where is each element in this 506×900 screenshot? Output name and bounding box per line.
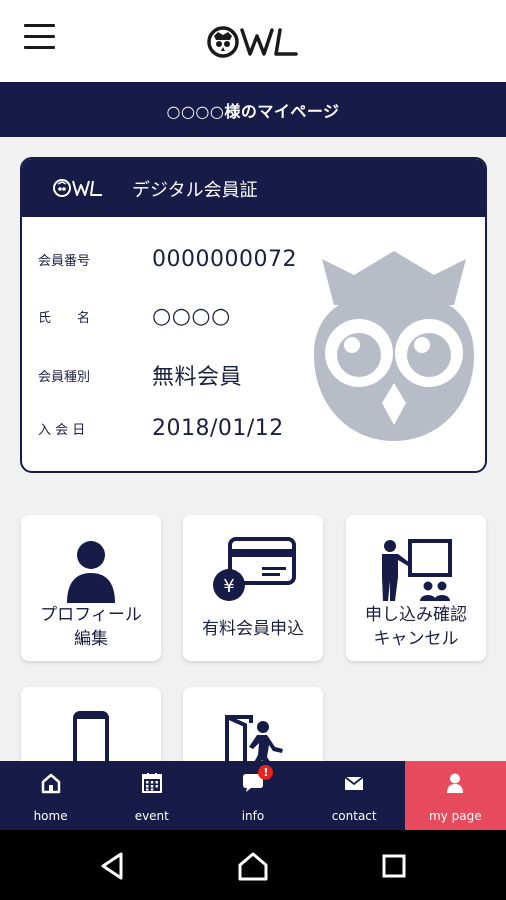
owl-logo-small — [53, 179, 102, 197]
card-row-name: 氏 名 ○○○○ — [38, 304, 231, 329]
tab-event[interactable]: event — [101, 761, 202, 830]
join-date-value: 2018/01/12 — [152, 416, 284, 441]
member-type-label: 会員種別 — [38, 369, 91, 385]
svg-text:¥: ¥ — [223, 576, 234, 597]
owl-watermark — [314, 251, 474, 441]
tab-contact[interactable]: contact — [304, 761, 405, 830]
credit-card-yen-icon: ¥ — [213, 537, 296, 601]
person-icon — [67, 541, 115, 603]
digital-member-card: デジタル会員証 会員番号 0000000072 氏 名 ○○○○ 会員種別 無料… — [20, 157, 487, 473]
card-row-join-date: 入 会 日 2018/01/12 — [38, 416, 284, 441]
member-number-label: 会員番号 — [38, 254, 91, 269]
recent-apps-icon[interactable] — [376, 848, 412, 884]
name-label: 氏 名 — [38, 311, 91, 326]
tab-home-label: home — [33, 809, 68, 823]
user-icon — [447, 773, 464, 793]
system-navigation-bar — [0, 830, 506, 900]
application-check-label: 申し込み確認 キャンセル — [365, 605, 467, 649]
back-icon[interactable] — [95, 848, 131, 884]
bottom-tab-bar: home event ! info contact my page — [0, 761, 506, 830]
paid-membership-label: 有料会員申込 — [202, 619, 304, 639]
profile-edit-tile[interactable]: プロフィール 編集 — [21, 515, 161, 661]
app-header — [0, 0, 506, 82]
application-check-tile[interactable]: 申し込み確認 キャンセル — [346, 515, 486, 661]
tab-contact-label: contact — [331, 809, 377, 823]
hamburger-icon[interactable] — [24, 24, 56, 56]
page-title: ○○○○様のマイページ — [0, 82, 506, 137]
paid-membership-tile[interactable]: ¥ 有料会員申込 — [183, 515, 323, 661]
card-row-member-type: 会員種別 無料会員 — [38, 359, 242, 391]
member-type-value: 無料会員 — [152, 365, 243, 390]
tab-my-page[interactable]: my page — [404, 761, 506, 830]
member-number-value: 0000000072 — [152, 247, 297, 272]
tab-my-page-label: my page — [429, 809, 482, 823]
profile-edit-label: プロフィール 編集 — [40, 605, 142, 649]
mail-icon — [344, 776, 364, 790]
name-value: ○○○○ — [152, 304, 231, 329]
card-title: デジタル会員証 — [132, 180, 258, 201]
tab-info[interactable]: ! info — [202, 761, 303, 830]
owl-logo — [207, 26, 298, 58]
tab-event-label: event — [134, 809, 169, 823]
home-nav-icon[interactable] — [235, 848, 271, 884]
card-row-member-number: 会員番号 0000000072 — [38, 247, 297, 272]
calendar-icon — [141, 773, 162, 793]
tab-home[interactable]: home — [0, 761, 101, 830]
tab-info-label: info — [241, 809, 265, 823]
join-date-label: 入 会 日 — [38, 423, 86, 438]
presentation-icon — [382, 539, 452, 601]
home-icon — [41, 773, 60, 794]
card-header: デジタル会員証 — [22, 159, 485, 217]
